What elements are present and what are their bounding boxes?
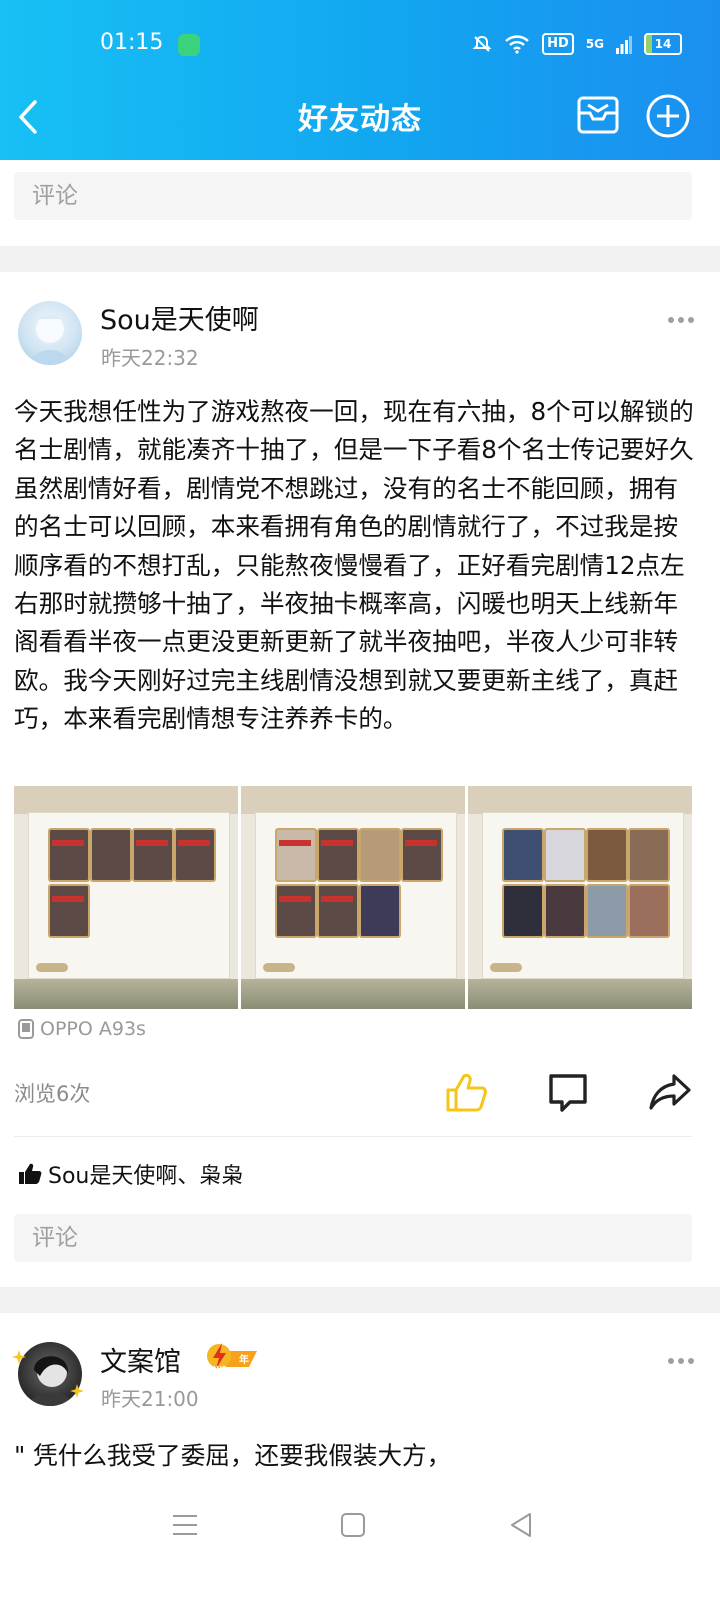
post-image[interactable] xyxy=(468,786,692,1009)
likes-list[interactable]: Sou是天使啊、枭枭 xyxy=(18,1158,243,1190)
home-square-icon[interactable] xyxy=(338,1510,368,1540)
sparkle-icon xyxy=(12,1350,26,1364)
phone-icon xyxy=(18,1019,34,1039)
post-separator xyxy=(0,246,720,272)
post-author[interactable]: 文案馆 xyxy=(100,1340,181,1379)
svg-text:年: 年 xyxy=(239,1353,249,1366)
share-arrow-icon[interactable] xyxy=(648,1070,692,1114)
post-image[interactable] xyxy=(14,786,238,1009)
back-triangle-icon[interactable] xyxy=(506,1510,536,1540)
post-time: 昨天22:32 xyxy=(101,346,199,370)
system-nav-bar xyxy=(0,1484,720,1600)
comment-bubble-icon[interactable] xyxy=(546,1070,590,1114)
wifi-icon xyxy=(505,35,529,54)
badge-level: LV8 xyxy=(213,1365,227,1373)
post-separator xyxy=(0,1287,720,1313)
more-options-icon[interactable] xyxy=(668,315,694,325)
network-type: 5G xyxy=(585,37,604,51)
avatar[interactable] xyxy=(18,301,82,365)
post-author[interactable]: Sou是天使啊 xyxy=(100,298,259,337)
menu-lines-icon[interactable] xyxy=(170,1510,200,1540)
like-thumb-icon[interactable] xyxy=(444,1070,488,1114)
status-icons: HD 5G 14 xyxy=(472,30,682,58)
post-image[interactable] xyxy=(241,786,465,1009)
comment-input-previous[interactable]: 评论 xyxy=(14,172,692,220)
device-info: OPPO A93s xyxy=(18,1018,146,1040)
header-bar: 01:15 HD 5G 14 好友动态 xyxy=(0,0,720,160)
signal-icon xyxy=(616,36,632,54)
vip-level-badge-icon[interactable]: 年 LV8 xyxy=(203,1339,259,1373)
post-content: " 凭什么我受了委屈，还要我假装大方， xyxy=(14,1441,452,1470)
battery-icon: 14 xyxy=(644,33,682,55)
post-time: 昨天21:00 xyxy=(101,1387,199,1411)
comment-input[interactable]: 评论 xyxy=(14,1214,692,1262)
thumb-up-icon xyxy=(19,1163,42,1184)
post-content: 今天我想任性为了游戏熬夜一回，现在有六抽，8个可以解锁的名士剧情，就能凑齐十抽了… xyxy=(14,397,694,734)
divider xyxy=(14,1136,692,1137)
sparkle-icon xyxy=(70,1384,84,1398)
hd-indicator: HD xyxy=(542,33,574,55)
chat-app-notification-icon xyxy=(178,34,200,56)
message-inbox-icon[interactable] xyxy=(576,95,620,135)
add-post-icon[interactable] xyxy=(645,93,691,139)
device-name: OPPO A93s xyxy=(40,1018,146,1040)
status-time: 01:15 xyxy=(100,30,164,55)
more-options-icon[interactable] xyxy=(668,1356,694,1366)
likes-names: Sou是天使啊、枭枭 xyxy=(48,1164,244,1189)
view-count: 浏览6次 xyxy=(14,1082,91,1106)
post-image-grid xyxy=(14,786,692,1009)
avatar-image xyxy=(30,315,70,365)
mute-bell-icon xyxy=(472,35,492,52)
